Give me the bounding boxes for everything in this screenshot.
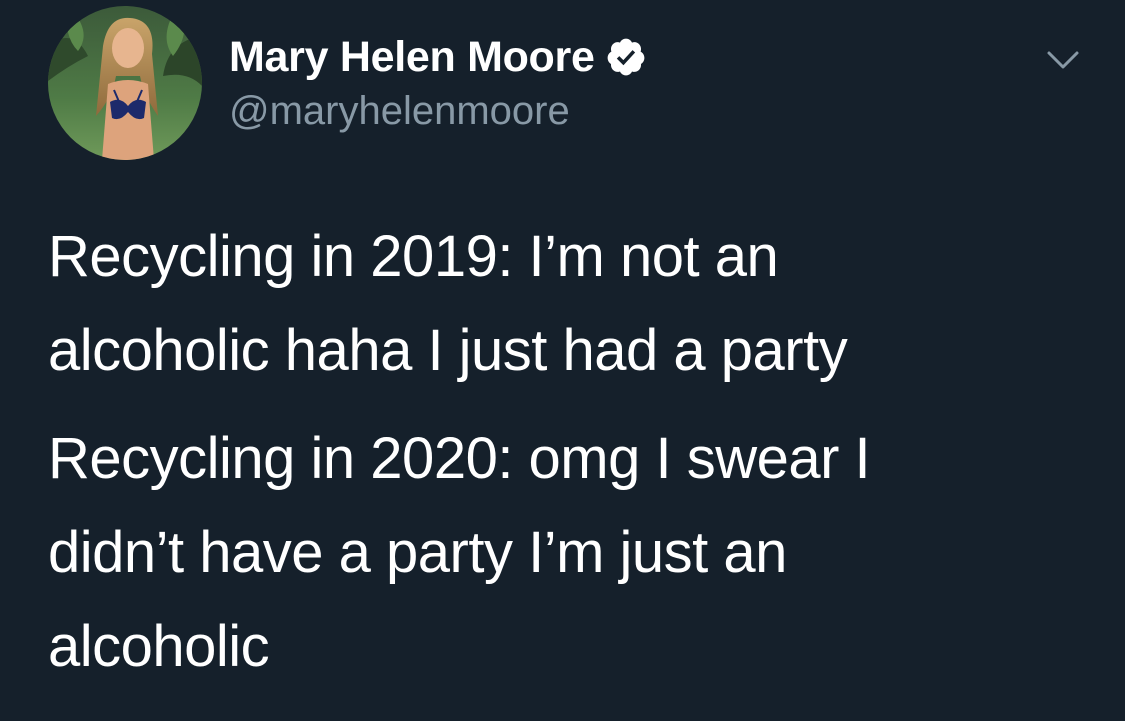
tweet-text-line: Recycling in 2019: I’m not an	[48, 224, 779, 289]
verified-badge-icon	[605, 36, 647, 78]
author-name-row[interactable]: Mary Helen Moore	[229, 31, 647, 83]
author-handle[interactable]: @maryhelenmoore	[229, 89, 647, 134]
tweet-text-line: didn’t have a party I’m just an	[48, 520, 787, 585]
tweet-text-line: alcoholic	[48, 614, 270, 679]
chevron-down-icon[interactable]	[1043, 45, 1083, 75]
tweet-text-line: alcoholic haha I just had a party	[48, 318, 848, 383]
tweet-author: Mary Helen Moore @maryhelenmoore	[229, 31, 647, 134]
tweet-card: Mary Helen Moore @maryhelenmoore Recycli…	[0, 0, 1125, 721]
tweet-paragraph: Recycling in 2020: omg I swear I didn’t …	[48, 412, 1088, 694]
avatar[interactable]	[48, 6, 202, 160]
display-name[interactable]: Mary Helen Moore	[229, 33, 595, 82]
profile-photo-icon	[48, 6, 202, 160]
tweet-text: Recycling in 2019: I’m not an alcoholic …	[48, 210, 1088, 694]
tweet-text-line: Recycling in 2020: omg I swear I	[48, 426, 871, 491]
tweet-paragraph: Recycling in 2019: I’m not an alcoholic …	[48, 210, 1088, 398]
